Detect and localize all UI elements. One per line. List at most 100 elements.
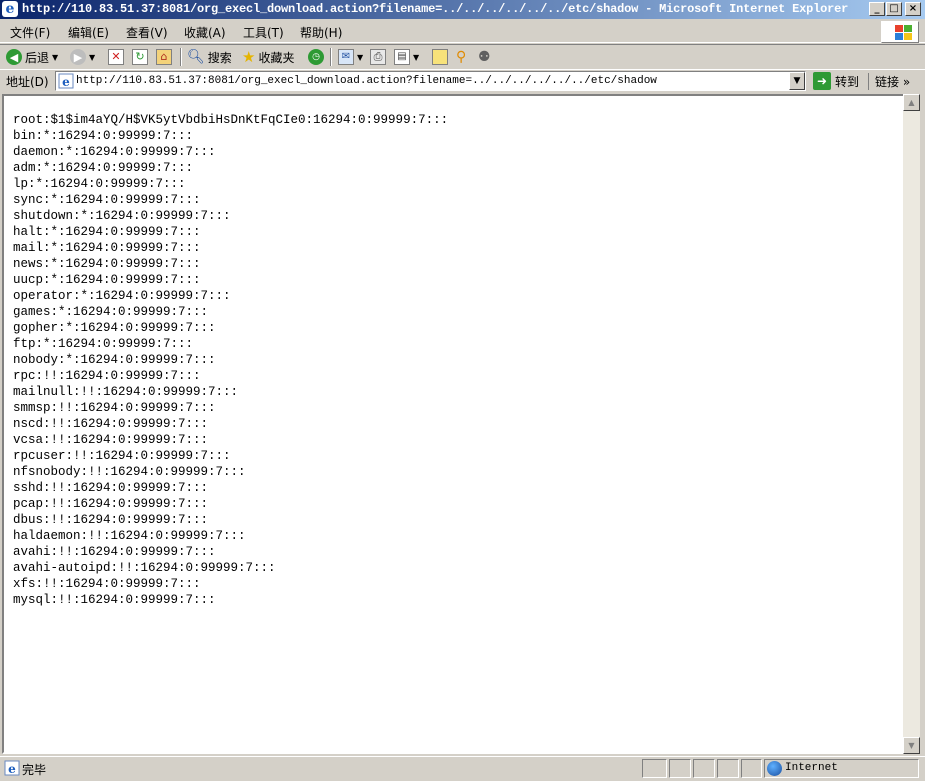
messenger-button[interactable]: ⚉ xyxy=(478,47,491,67)
stop-button[interactable]: ✕ xyxy=(108,47,124,67)
menu-favorites[interactable]: 收藏(A) xyxy=(184,24,226,41)
shadow-entry-line: news:*:16294:0:99999:7::: xyxy=(13,257,201,271)
search-icon: 🔍︎ xyxy=(187,49,205,65)
security-zone[interactable]: Internet xyxy=(764,759,919,778)
forward-arrow-icon: ▶ xyxy=(70,49,86,65)
favorites-button[interactable]: ★ 收藏夹 xyxy=(242,47,294,67)
shadow-entry-line: vcsa:!!:16294:0:99999:7::: xyxy=(13,433,209,447)
shadow-entry-line: ftp:*:16294:0:99999:7::: xyxy=(13,337,194,351)
history-button[interactable]: ◷ xyxy=(308,47,324,67)
shadow-entry-line: rpc:!!:16294:0:99999:7::: xyxy=(13,369,201,383)
history-icon: ◷ xyxy=(308,49,324,65)
go-button[interactable]: ➜ 转到 xyxy=(813,71,859,91)
shadow-entry-line: lp:*:16294:0:99999:7::: xyxy=(13,177,186,191)
file-text: root:$1$im4aYQ/H$VK5ytVbdbiHsDnKtFqCIe0:… xyxy=(13,112,448,608)
menu-tools[interactable]: 工具(T) xyxy=(243,24,284,41)
menu-file[interactable]: 文件(F) xyxy=(10,24,50,41)
favorites-label: 收藏夹 xyxy=(258,50,295,65)
chevron-right-icon: » xyxy=(902,75,911,89)
shadow-entry-line: mailnull:!!:16294:0:99999:7::: xyxy=(13,385,239,399)
shadow-entry-line: nobody:*:16294:0:99999:7::: xyxy=(13,353,216,367)
svg-text:e: e xyxy=(62,75,70,89)
status-panel xyxy=(669,759,691,778)
maximize-button[interactable]: □ xyxy=(886,2,902,16)
shadow-entry-line: pcap:!!:16294:0:99999:7::: xyxy=(13,497,209,511)
shadow-entry-line: adm:*:16294:0:99999:7::: xyxy=(13,161,194,175)
menu-bar: 文件(F) 编辑(E) 查看(V) 收藏(A) 工具(T) 帮助(H) xyxy=(0,20,925,43)
globe-icon xyxy=(767,761,782,776)
toolbar-separator xyxy=(330,48,332,66)
back-arrow-icon: ◀ xyxy=(6,49,22,65)
mail-dropdown-icon[interactable]: ▼ xyxy=(357,53,363,62)
back-button[interactable]: ◀ 后退 ▼ xyxy=(6,47,58,67)
refresh-icon: ↻ xyxy=(132,49,148,65)
shadow-entry-line: games:*:16294:0:99999:7::: xyxy=(13,305,209,319)
home-button[interactable]: ⌂ xyxy=(156,47,172,67)
edit-button[interactable]: ▤ ▼ xyxy=(394,47,419,67)
status-panel xyxy=(717,759,739,778)
close-button[interactable]: × xyxy=(905,2,921,16)
print-button[interactable]: ⎙ xyxy=(370,47,386,67)
mail-button[interactable]: ✉ ▼ xyxy=(338,47,363,67)
status-panel xyxy=(642,759,667,778)
shadow-entry-line: root:$1$im4aYQ/H$VK5ytVbdbiHsDnKtFqCIe0:… xyxy=(13,113,449,127)
menu-help[interactable]: 帮助(H) xyxy=(300,24,342,41)
edit-dropdown-icon[interactable]: ▼ xyxy=(413,53,419,62)
go-label: 转到 xyxy=(835,74,860,89)
scroll-up-icon[interactable]: ▲ xyxy=(903,94,920,111)
mail-icon: ✉ xyxy=(338,49,354,65)
refresh-button[interactable]: ↻ xyxy=(132,47,148,67)
status-bar: e 完毕 Internet xyxy=(0,756,925,781)
star-icon: ★ xyxy=(242,48,256,66)
links-button[interactable]: 链接 » xyxy=(868,73,910,90)
shadow-entry-line: avahi:!!:16294:0:99999:7::: xyxy=(13,545,216,559)
status-panel xyxy=(741,759,762,778)
research-icon: ⚲ xyxy=(456,49,467,65)
shadow-entry-line: mail:*:16294:0:99999:7::: xyxy=(13,241,201,255)
forward-button[interactable]: ▶ ▼ xyxy=(70,47,95,67)
shadow-entry-line: gopher:*:16294:0:99999:7::: xyxy=(13,321,216,335)
address-input[interactable]: e http://110.83.51.37:8081/org_execl_dow… xyxy=(55,71,806,91)
search-label: 搜索 xyxy=(207,50,232,65)
forward-dropdown-icon[interactable]: ▼ xyxy=(89,53,95,62)
window-title: http://110.83.51.37:8081/org_execl_downl… xyxy=(22,2,849,16)
shadow-entry-line: halt:*:16294:0:99999:7::: xyxy=(13,225,201,239)
shadow-entry-line: nscd:!!:16294:0:99999:7::: xyxy=(13,417,209,431)
page-done-icon: e xyxy=(4,760,20,776)
vertical-scrollbar[interactable]: ▲ ▼ xyxy=(903,94,920,754)
toolbar-separator xyxy=(180,48,182,66)
menu-edit[interactable]: 编辑(E) xyxy=(68,24,109,41)
back-label: 后退 xyxy=(25,50,50,65)
shadow-entry-line: sync:*:16294:0:99999:7::: xyxy=(13,193,201,207)
shadow-entry-line: avahi-autoipd:!!:16294:0:99999:7::: xyxy=(13,561,276,575)
shadow-entry-line: haldaemon:!!:16294:0:99999:7::: xyxy=(13,529,246,543)
search-button[interactable]: 🔍︎ 搜索 xyxy=(187,47,232,67)
menu-view[interactable]: 查看(V) xyxy=(126,24,168,41)
shadow-entry-line: mysql:!!:16294:0:99999:7::: xyxy=(13,593,216,607)
research-button[interactable]: ⚲ xyxy=(456,47,466,67)
page-icon: e xyxy=(58,73,74,89)
windows-logo-icon xyxy=(881,21,919,43)
toolbar: ◀ 后退 ▼ ▶ ▼ ✕ ↻ ⌂ 🔍︎ 搜索 ★ 收藏夹 ◷ ✉ ▼ ⎙ ▤ ▼… xyxy=(0,44,925,68)
home-icon: ⌂ xyxy=(156,49,172,65)
printer-icon: ⎙ xyxy=(370,49,386,65)
messenger-icon: ⚉ xyxy=(478,49,491,65)
status-panel xyxy=(693,759,715,778)
address-dropdown-icon[interactable]: ▼ xyxy=(789,72,805,90)
shadow-entry-line: bin:*:16294:0:99999:7::: xyxy=(13,129,194,143)
scroll-down-icon[interactable]: ▼ xyxy=(903,737,920,754)
page-content: root:$1$im4aYQ/H$VK5ytVbdbiHsDnKtFqCIe0:… xyxy=(2,94,905,754)
address-url: http://110.83.51.37:8081/org_execl_downl… xyxy=(76,75,657,87)
edit-page-icon: ▤ xyxy=(394,49,410,65)
discuss-button[interactable] xyxy=(432,47,448,67)
shadow-entry-line: nfsnobody:!!:16294:0:99999:7::: xyxy=(13,465,246,479)
back-dropdown-icon[interactable]: ▼ xyxy=(52,53,58,62)
shadow-entry-line: xfs:!!:16294:0:99999:7::: xyxy=(13,577,201,591)
minimize-button[interactable]: _ xyxy=(869,2,885,16)
zone-label: Internet xyxy=(785,762,838,774)
address-label: 地址(D) xyxy=(6,75,49,89)
shadow-entry-line: rpcuser:!!:16294:0:99999:7::: xyxy=(13,449,231,463)
shadow-entry-line: sshd:!!:16294:0:99999:7::: xyxy=(13,481,209,495)
ie-logo-icon: e xyxy=(2,1,18,17)
svg-text:e: e xyxy=(8,762,16,776)
